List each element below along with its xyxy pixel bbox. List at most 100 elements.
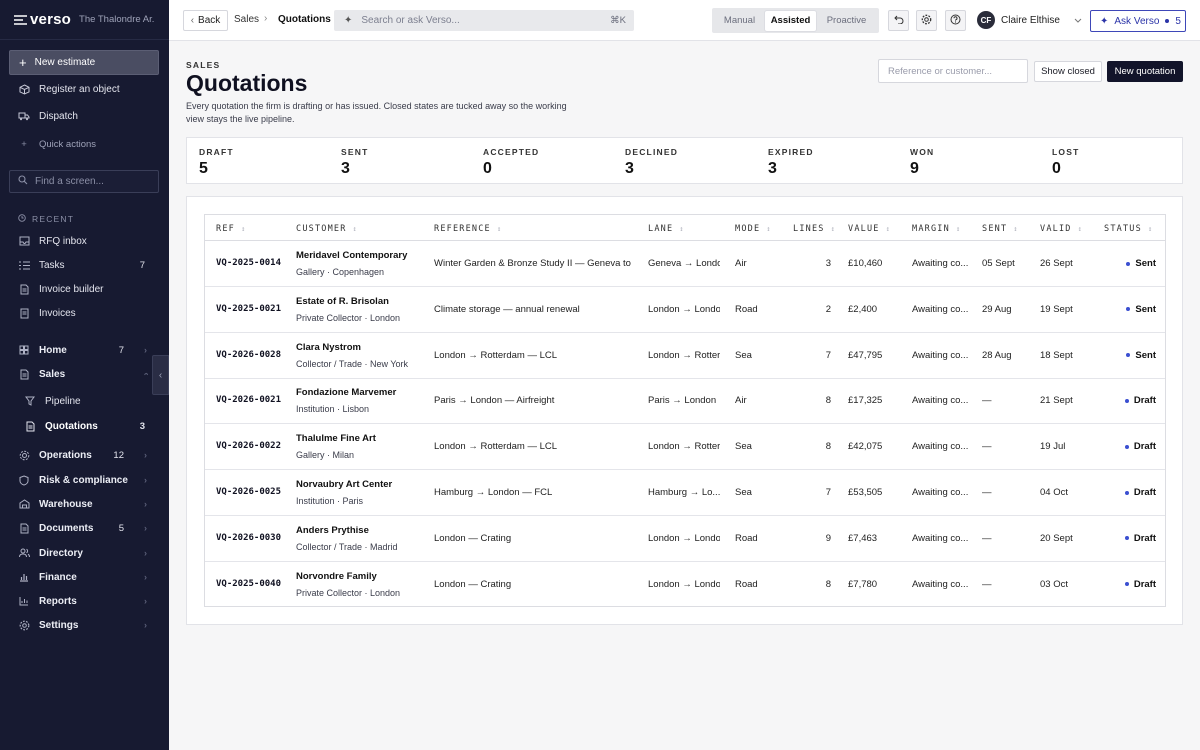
table-row[interactable]: VQ-2026-0025 Norvaubry Art Center Institut… bbox=[205, 470, 1165, 516]
column-header-sent[interactable]: SENT ↕ bbox=[982, 224, 1019, 234]
chevron-right-icon: › bbox=[144, 548, 147, 558]
stat-accepted[interactable]: ACCEPTED 0 bbox=[483, 147, 539, 178]
ask-verso-button[interactable]: ✦ Ask Verso 5 bbox=[1090, 10, 1186, 32]
status-badge: Sent bbox=[1085, 350, 1156, 361]
sidebar-item-quotations[interactable]: Quotations 3 bbox=[0, 416, 169, 436]
reference-filter-input[interactable] bbox=[878, 59, 1028, 83]
line-count: 3 bbox=[825, 258, 831, 269]
sidebar-item-reports[interactable]: Reports › bbox=[0, 591, 169, 611]
sidebar-item-directory[interactable]: Directory › bbox=[0, 543, 169, 563]
new-quotation-button[interactable]: New quotation bbox=[1107, 61, 1183, 82]
breadcrumb-sales[interactable]: Sales bbox=[234, 14, 259, 25]
sidebar-item-risk-compliance[interactable]: Risk & compliance › bbox=[0, 470, 169, 490]
sidebar-item-finance[interactable]: Finance › bbox=[0, 567, 169, 587]
org-name: The Thalondre Ar... bbox=[79, 14, 155, 25]
document-icon bbox=[18, 368, 30, 380]
stat-label: ACCEPTED bbox=[483, 147, 540, 157]
stat-won[interactable]: WON 9 bbox=[910, 147, 934, 178]
status-summary: DRAFT 5 SENT 3 ACCEPTED 0 DECLINED 3 EXPIRED… bbox=[186, 137, 1183, 184]
user-menu[interactable]: CF Claire Elthise bbox=[977, 11, 1082, 29]
brand-bar: verso The Thalondre Ar... bbox=[0, 0, 169, 40]
sidebar-item-rfq-inbox[interactable]: RFQ inbox bbox=[0, 231, 169, 251]
sidebar-item-sales[interactable]: Sales › bbox=[0, 364, 169, 384]
quotation-value: £17,325 bbox=[848, 395, 883, 407]
table-row[interactable]: VQ-2025-0040 Norvondre Family Private Coll… bbox=[205, 562, 1165, 606]
table-row[interactable]: VQ-2026-0028 Clara Nystrom Collector / Tra… bbox=[205, 333, 1165, 379]
quick-actions-link[interactable]: + Quick actions bbox=[18, 138, 96, 150]
brand-logo[interactable]: verso bbox=[14, 11, 71, 28]
receipt-icon bbox=[18, 307, 30, 319]
cube-icon bbox=[18, 83, 30, 95]
transport-mode: Air bbox=[735, 395, 747, 407]
mode-switcher: Manual Assisted Proactive bbox=[712, 8, 879, 33]
status-label: Draft bbox=[1133, 487, 1156, 498]
stat-draft[interactable]: DRAFT 5 bbox=[199, 147, 234, 178]
status-label: Draft bbox=[1133, 441, 1156, 453]
margin-status: Awaiting co... bbox=[912, 578, 969, 590]
column-header-lane[interactable]: LANE ↕ bbox=[648, 224, 685, 234]
column-header-label: VALUE bbox=[848, 224, 880, 234]
mode-manual[interactable]: Manual bbox=[714, 11, 765, 31]
column-header-reference[interactable]: REFERENCE ↕ bbox=[434, 224, 502, 234]
stat-sent[interactable]: SENT 3 bbox=[341, 147, 368, 178]
notification-dot bbox=[1165, 19, 1170, 23]
status-dot-icon bbox=[1126, 261, 1131, 266]
undo-button[interactable] bbox=[888, 10, 909, 31]
column-header-lines[interactable]: LINES ↕ bbox=[793, 224, 836, 234]
column-header-customer[interactable]: CUSTOMER ↕ bbox=[296, 224, 358, 234]
chevron-right-icon: › bbox=[144, 572, 147, 582]
user-name: Claire Elthise bbox=[1001, 14, 1060, 26]
column-header-status[interactable]: STATUS ↕ bbox=[1104, 224, 1153, 234]
column-header-value[interactable]: VALUE ↕ bbox=[848, 224, 891, 234]
quotation-ref: VQ-2026-0021 bbox=[216, 395, 282, 406]
mode-assisted[interactable]: Assisted bbox=[765, 10, 816, 31]
sidebar-item-documents[interactable]: Documents 5 › bbox=[0, 518, 169, 538]
sidebar-item-pipeline[interactable]: Pipeline bbox=[0, 391, 169, 411]
sidebar-item-invoices[interactable]: Invoices bbox=[0, 303, 169, 323]
table-row[interactable]: VQ-2025-0021 Estate of R. Brisolan Private… bbox=[205, 287, 1165, 333]
sidebar-item-tasks[interactable]: Tasks 7 bbox=[0, 255, 169, 275]
sidebar-item-settings[interactable]: Settings › bbox=[0, 615, 169, 635]
table-row[interactable]: VQ-2026-0030 Anders Prythise Collector / T… bbox=[205, 516, 1165, 562]
stat-lost[interactable]: LOST 0 bbox=[1052, 147, 1079, 178]
sparkle-icon: ✦ bbox=[344, 15, 353, 26]
help-button[interactable] bbox=[945, 10, 966, 31]
show-closed-button[interactable]: Show closed bbox=[1034, 61, 1102, 82]
stat-expired[interactable]: EXPIRED 3 bbox=[768, 147, 814, 178]
screen-search-input[interactable]: Find a screen... bbox=[9, 170, 159, 193]
settings-button[interactable] bbox=[916, 10, 937, 31]
sent-date: — bbox=[982, 487, 992, 498]
column-header-margin[interactable]: MARGIN ↕ bbox=[912, 224, 961, 234]
stat-label: LOST bbox=[1052, 147, 1080, 157]
column-header-valid[interactable]: VALID ↕ bbox=[1040, 224, 1083, 234]
sidebar-item-home[interactable]: Home 7 › bbox=[0, 340, 169, 360]
sidebar-item-label: Invoice builder bbox=[39, 283, 104, 295]
column-header-mode[interactable]: MODE ↕ bbox=[735, 224, 772, 234]
quotation-ref: VQ-2026-0022 bbox=[216, 441, 282, 452]
global-search-input[interactable]: ✦ Search or ask Verso... ⌘K bbox=[334, 10, 634, 31]
table-row[interactable]: VQ-2026-0022 Thalulme Fine Art Gallery · M… bbox=[205, 424, 1165, 471]
mode-proactive[interactable]: Proactive bbox=[816, 11, 877, 31]
quotation-ref: VQ-2025-0014 bbox=[216, 258, 282, 268]
column-header-ref[interactable]: REF ↕ bbox=[216, 224, 246, 234]
undo-icon bbox=[893, 15, 904, 27]
sidebar-item-label: Home bbox=[39, 344, 67, 356]
dispatch-link[interactable]: Dispatch bbox=[18, 110, 78, 122]
status-dot-icon bbox=[1126, 307, 1131, 312]
collapse-sidebar-button[interactable]: ‹ bbox=[152, 355, 169, 395]
customer-name: Meridavel Contemporary bbox=[296, 250, 408, 261]
customer-name: Thalulme Fine Art bbox=[296, 433, 376, 445]
transport-mode: Sea bbox=[735, 441, 752, 453]
table-row[interactable]: VQ-2026-0021 Fondazione Marvemer Instituti… bbox=[205, 378, 1165, 425]
register-object-link[interactable]: Register an object bbox=[18, 83, 120, 95]
margin-status: Awaiting co... bbox=[912, 303, 969, 315]
sidebar-item-warehouse[interactable]: Warehouse › bbox=[0, 494, 169, 514]
sidebar-item-operations[interactable]: Operations 12 › bbox=[0, 445, 169, 465]
sidebar-item-invoice-builder[interactable]: Invoice builder bbox=[0, 279, 169, 299]
back-button[interactable]: ‹ Back bbox=[183, 10, 228, 31]
stat-declined[interactable]: DECLINED 3 bbox=[625, 147, 678, 178]
table-row[interactable]: VQ-2025-0014 Meridavel Contemporary Galler… bbox=[205, 241, 1165, 287]
chevron-right-icon: › bbox=[144, 345, 147, 355]
new-estimate-button[interactable]: + New estimate bbox=[9, 50, 159, 75]
shield-icon bbox=[18, 474, 30, 486]
